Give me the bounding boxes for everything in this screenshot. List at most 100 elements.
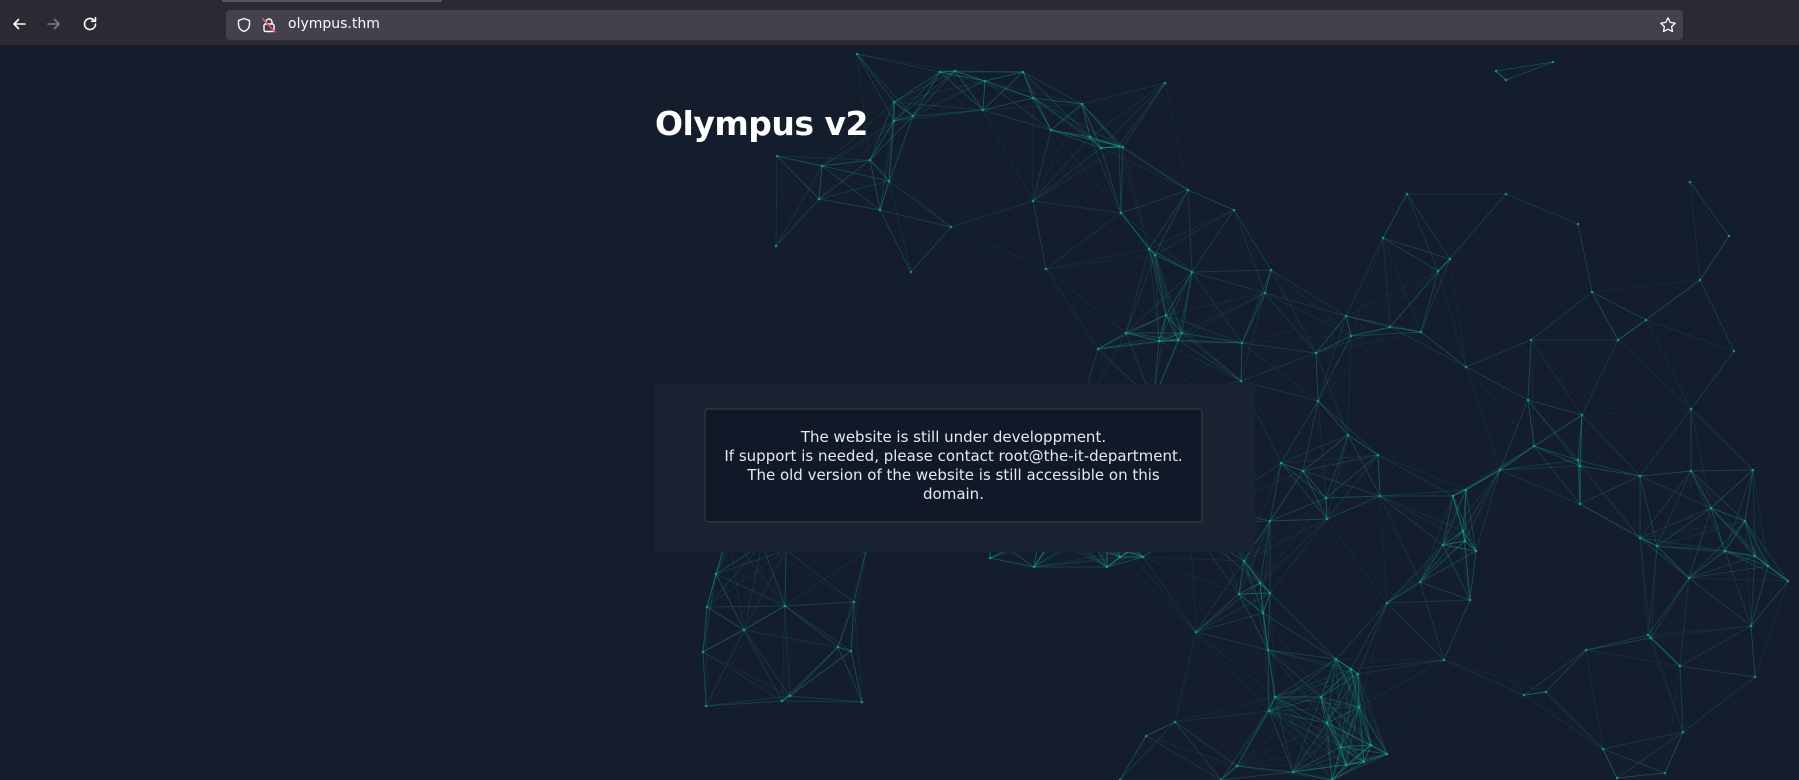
network-link xyxy=(893,71,941,103)
network-link xyxy=(1089,82,1166,138)
reload-button[interactable] xyxy=(77,11,103,37)
network-link xyxy=(1243,518,1328,562)
network-node xyxy=(1324,496,1328,500)
network-link xyxy=(1280,400,1319,464)
network-link xyxy=(1495,70,1507,81)
network-link xyxy=(1469,599,1525,696)
network-link xyxy=(1699,235,1730,281)
network-node xyxy=(1616,338,1620,342)
network-link xyxy=(1315,335,1352,354)
network-node xyxy=(981,108,985,112)
network-node xyxy=(1580,413,1584,417)
network-link xyxy=(1118,145,1189,191)
network-link xyxy=(1527,339,1619,401)
network-node xyxy=(1344,763,1348,767)
network-node xyxy=(1163,81,1167,85)
network-node xyxy=(1590,290,1594,294)
back-button[interactable] xyxy=(6,11,32,37)
network-node xyxy=(1099,146,1103,150)
network-node xyxy=(1314,351,1318,355)
network-link xyxy=(1377,454,1381,497)
network-link xyxy=(1690,470,1712,509)
url-text[interactable]: olympus.thm xyxy=(288,16,380,32)
network-link xyxy=(1128,550,1197,633)
insecure-lock-icon[interactable] xyxy=(261,17,277,33)
network-node xyxy=(1522,693,1526,697)
network-link xyxy=(1241,269,1272,344)
network-node xyxy=(852,600,856,604)
network-node xyxy=(1732,349,1736,353)
network-link xyxy=(1379,495,1421,583)
arrow-left-icon xyxy=(13,18,26,30)
network-link xyxy=(818,198,881,211)
network-link xyxy=(1386,659,1445,755)
network-node xyxy=(1504,78,1508,82)
network-node xyxy=(1388,325,1392,329)
network-link xyxy=(1174,631,1197,723)
network-node xyxy=(1646,633,1650,637)
network-node xyxy=(742,628,746,632)
network-link xyxy=(1317,400,1379,456)
network-link xyxy=(1690,350,1735,410)
star-icon[interactable] xyxy=(1659,16,1677,34)
network-node xyxy=(780,699,784,703)
network-node xyxy=(1080,102,1084,106)
network-link xyxy=(706,549,787,608)
network-node xyxy=(774,244,778,248)
network-node xyxy=(1266,648,1270,652)
network-link xyxy=(1523,694,1604,750)
network-link xyxy=(702,651,707,707)
network-link xyxy=(1220,771,1294,780)
network-node xyxy=(1105,565,1109,569)
network-node xyxy=(817,197,821,201)
page-title: Olympus v2 xyxy=(655,104,868,143)
network-node xyxy=(909,270,913,274)
network-node xyxy=(1504,192,1508,196)
network-link xyxy=(1656,545,1756,557)
network-link xyxy=(1452,445,1535,497)
network-link xyxy=(1449,193,1507,260)
network-link xyxy=(1045,248,1150,270)
network-link xyxy=(1145,735,1222,780)
network-node xyxy=(1173,720,1177,724)
network-link xyxy=(879,180,890,211)
network-node xyxy=(1584,648,1588,652)
network-link xyxy=(1022,71,1052,131)
network-node xyxy=(1118,555,1122,559)
network-node xyxy=(1442,658,1446,662)
network-link xyxy=(1236,710,1270,767)
network-link xyxy=(1357,602,1388,675)
network-link xyxy=(1262,612,1337,660)
network-node xyxy=(1268,591,1272,595)
network-node xyxy=(1405,192,1409,196)
network-node xyxy=(1529,338,1533,342)
network-link xyxy=(1645,279,1701,321)
network-node xyxy=(1786,579,1790,583)
network-link xyxy=(1191,269,1272,273)
url-bar[interactable]: olympus.thm xyxy=(226,10,1683,40)
network-link xyxy=(879,209,912,273)
network-link xyxy=(705,606,708,707)
forward-button[interactable] xyxy=(41,11,67,37)
network-link xyxy=(1386,530,1464,604)
network-link xyxy=(856,53,941,73)
network-node xyxy=(1381,236,1385,240)
network-link xyxy=(784,605,791,697)
shield-icon[interactable] xyxy=(236,17,252,33)
network-link xyxy=(784,550,867,607)
network-link xyxy=(1195,612,1264,633)
network-node xyxy=(953,69,957,73)
network-link xyxy=(1577,459,1641,539)
network-link xyxy=(1710,507,1746,522)
network-node xyxy=(1451,494,1455,498)
network-link xyxy=(910,226,952,273)
network-link xyxy=(1233,209,1266,294)
network-link xyxy=(1650,625,1752,639)
network-node xyxy=(1663,771,1667,775)
network-link xyxy=(1382,237,1391,328)
network-node xyxy=(949,225,953,229)
network-link xyxy=(1347,434,1379,456)
network-node xyxy=(1474,549,1478,553)
network-node xyxy=(1687,576,1691,580)
network-link xyxy=(1264,292,1352,337)
